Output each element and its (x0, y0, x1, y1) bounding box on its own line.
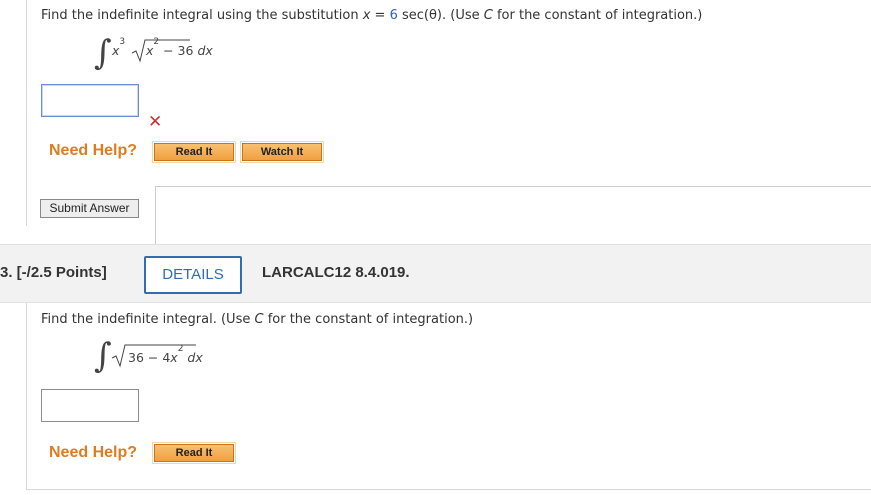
radicand: x2 − 36 dx (146, 37, 213, 59)
question-panel-border (26, 0, 27, 226)
details-button[interactable]: DETAILS (144, 256, 242, 294)
question-number: 3. [-/2.5 Points] (0, 264, 107, 281)
submit-answer-button[interactable]: Submit Answer (40, 199, 139, 218)
watch-it-button[interactable]: Watch It (240, 141, 324, 163)
panel-bottom-border (26, 489, 871, 490)
answer-input[interactable] (41, 389, 139, 422)
need-help-label: Need Help? (49, 142, 138, 159)
radicand: 36 − 4x2 dx (128, 344, 203, 366)
integral-sign: ∫ (94, 33, 112, 73)
question-prompt: Find the indefinite integral. (Use C for… (41, 312, 474, 327)
read-it-button[interactable]: Read It (152, 141, 236, 163)
need-help-label: Need Help? (49, 444, 138, 461)
answer-input[interactable] (41, 84, 139, 117)
question-panel-border (26, 303, 27, 489)
integral-expression: x3 (112, 37, 126, 59)
question-prompt: Find the indefinite integral using the s… (41, 8, 703, 23)
question-code: LARCALC12 8.4.019. (262, 264, 410, 281)
incorrect-icon: ✕ (148, 112, 163, 132)
question-header (0, 244, 871, 303)
read-it-button[interactable]: Read It (152, 442, 236, 464)
separator (155, 186, 871, 244)
